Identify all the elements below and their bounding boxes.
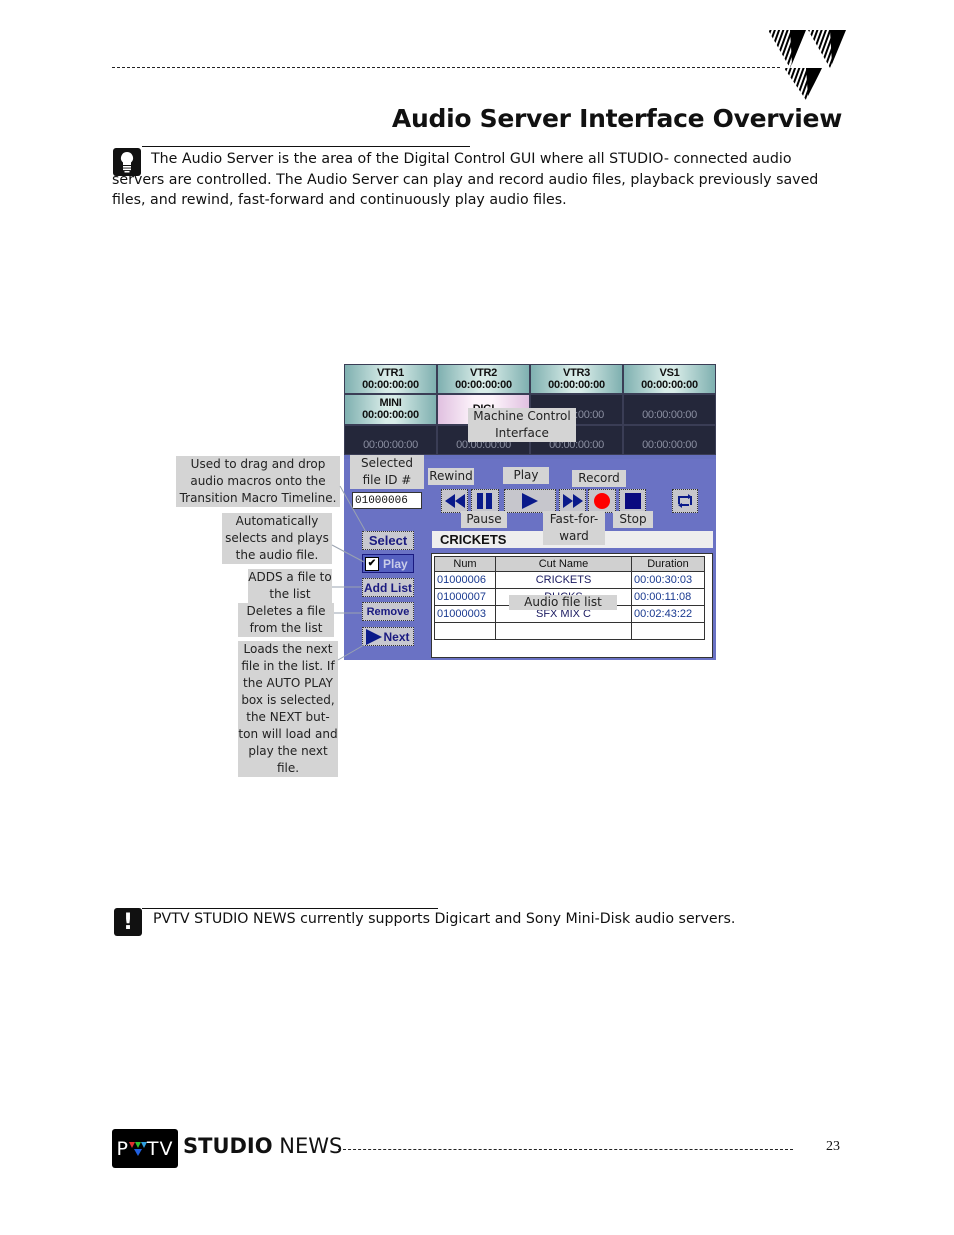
warning-text: PVTV STUDIO NEWS currently supports Digi… bbox=[153, 911, 736, 927]
pvtv-logo-triangles-icon bbox=[128, 1141, 147, 1156]
pvtv-logo: P TV bbox=[112, 1129, 178, 1168]
brand-studio: STUDIO bbox=[183, 1134, 273, 1158]
exclamation-icon: ! bbox=[114, 908, 142, 936]
page-number: 23 bbox=[826, 1139, 840, 1154]
brand-news: NEWS bbox=[279, 1134, 343, 1158]
footer-brand: STUDIO NEWS bbox=[183, 1134, 342, 1158]
callout-leader-lines bbox=[331, 485, 367, 661]
footer-dashed-rule bbox=[338, 1149, 793, 1150]
